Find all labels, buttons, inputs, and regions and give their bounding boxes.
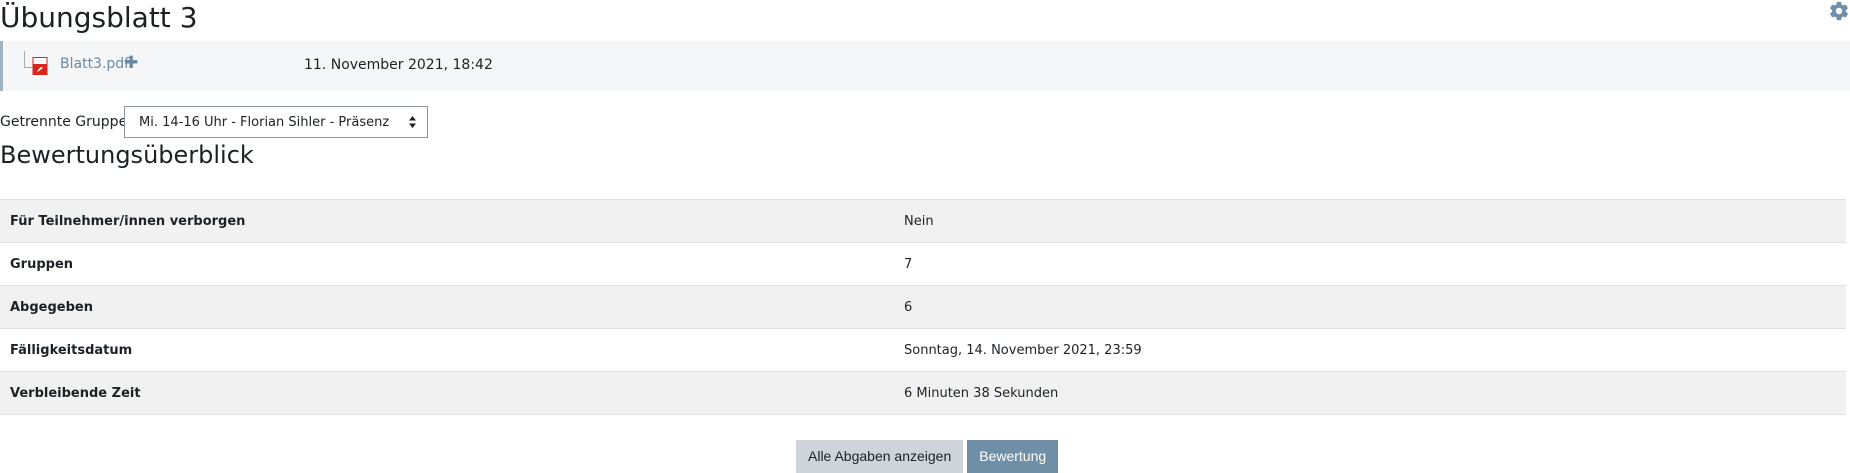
row-label: Für Teilnehmer/innen verborgen	[0, 199, 894, 243]
row-label: Gruppen	[0, 242, 894, 286]
gear-icon[interactable]	[1828, 0, 1850, 22]
row-value: 6	[894, 285, 1846, 329]
row-value: Nein	[894, 199, 1846, 243]
table-row: Gruppen 7	[0, 242, 1846, 286]
plus-icon[interactable]: ✚	[124, 55, 138, 72]
file-panel: Blatt3.pdf ✚ 11. November 2021, 18:42	[0, 41, 1850, 91]
page-title: Übungsblatt 3	[0, 1, 198, 34]
chevron-updown-icon	[409, 116, 416, 128]
table-row: Fälligkeitsdatum Sonntag, 14. November 2…	[0, 328, 1846, 372]
table-row: Für Teilnehmer/innen verborgen Nein	[0, 199, 1846, 243]
row-label: Verbleibende Zeit	[0, 371, 894, 415]
file-date: 11. November 2021, 18:42	[304, 57, 493, 73]
pdf-icon	[32, 57, 48, 75]
group-select-label: Getrennte Gruppen	[0, 114, 137, 130]
group-select[interactable]: Mi. 14-16 Uhr - Florian Sihler - Präsenz	[124, 106, 428, 138]
row-value: 6 Minuten 38 Sekunden	[894, 371, 1846, 415]
grading-summary-table: Für Teilnehmer/innen verborgen Nein Grup…	[0, 199, 1846, 415]
row-value: 7	[894, 242, 1846, 286]
action-buttons: Alle Abgaben anzeigen Bewertung	[796, 440, 1059, 473]
file-link[interactable]: Blatt3.pdf	[60, 56, 129, 72]
section-title: Bewertungsüberblick	[0, 141, 254, 169]
table-row: Verbleibende Zeit 6 Minuten 38 Sekunden	[0, 371, 1846, 415]
row-label: Fälligkeitsdatum	[0, 328, 894, 372]
row-label: Abgegeben	[0, 285, 894, 329]
grade-button[interactable]: Bewertung	[967, 440, 1059, 473]
view-all-submissions-button[interactable]: Alle Abgaben anzeigen	[796, 440, 964, 473]
group-select-value: Mi. 14-16 Uhr - Florian Sihler - Präsenz	[139, 115, 390, 130]
table-row: Abgegeben 6	[0, 285, 1846, 329]
row-value: Sonntag, 14. November 2021, 23:59	[894, 328, 1846, 372]
